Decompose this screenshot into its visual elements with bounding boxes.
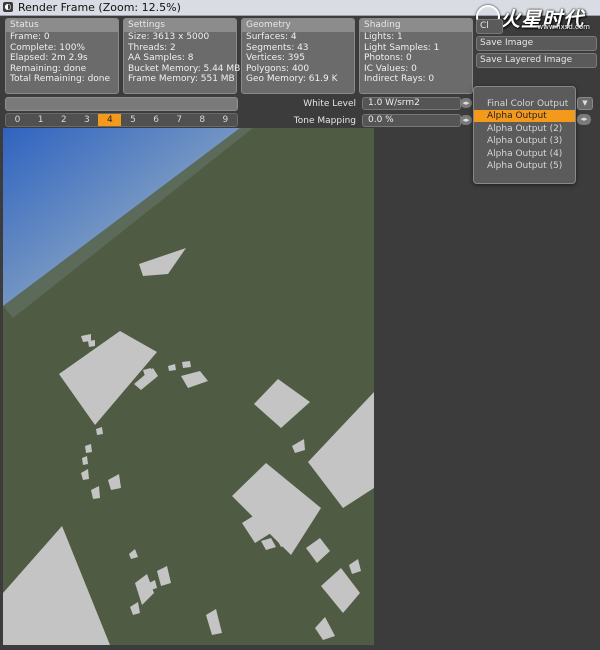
save-layered-image-button[interactable]: Save Layered Image <box>476 53 597 68</box>
white-level-label: White Level <box>303 99 356 109</box>
window-title: Render Frame (Zoom: 12.5%) <box>18 1 181 14</box>
frame-5[interactable]: 5 <box>121 114 144 126</box>
status-panel: Status Frame: 0 Complete: 100% Elapsed: … <box>5 18 119 94</box>
tone-mapping-field[interactable]: 0.0 % <box>362 114 461 127</box>
frame-3[interactable]: 3 <box>75 114 98 126</box>
status-line: Total Remaining: done <box>10 74 111 84</box>
settings-line: Frame Memory: 551 MB <box>128 74 235 84</box>
frame-9[interactable]: 9 <box>214 114 237 126</box>
geometry-panel-header: Geometry <box>242 19 354 32</box>
shading-line: Photons: 0 <box>364 53 412 63</box>
frame-8[interactable]: 8 <box>191 114 214 126</box>
geometry-line: Surfaces: 4 <box>246 32 297 42</box>
frame-1[interactable]: 1 <box>29 114 52 126</box>
white-level-field[interactable]: 1.0 W/srm2 <box>362 97 461 110</box>
status-line: Frame: 0 <box>10 32 50 42</box>
shading-line: Indirect Rays: 0 <box>364 74 435 84</box>
geometry-panel: Geometry Surfaces: 4 Segments: 43 Vertic… <box>241 18 355 94</box>
status-panel-header: Status <box>6 19 118 32</box>
geometry-line: Geo Memory: 61.9 K <box>246 74 338 84</box>
output-dropdown-menu[interactable]: Final Color Output Alpha Output Alpha Ou… <box>473 86 576 184</box>
frame-selector[interactable]: 0 1 2 3 4 5 6 7 8 9 <box>5 113 238 127</box>
output-option[interactable]: Alpha Output (4) <box>474 148 575 160</box>
app-icon: ◐ <box>3 2 13 12</box>
output-option[interactable]: Alpha Output (5) <box>474 160 575 172</box>
frame-2[interactable]: 2 <box>52 114 75 126</box>
render-viewport[interactable] <box>3 128 374 645</box>
settings-line: Threads: 2 <box>128 42 176 53</box>
watermark-url: www.hxsd.com <box>537 23 590 31</box>
settings-panel: Settings Size: 3613 x 5000 Threads: 2 AA… <box>123 18 241 94</box>
settings-panel-header: Settings <box>124 19 236 32</box>
rendered-image <box>3 128 374 645</box>
clear-button[interactable]: Cl <box>476 19 503 34</box>
tone-mapping-spinner-icon[interactable]: ◂▸ <box>460 115 472 125</box>
geometry-line: Polygons: 400 <box>246 63 310 74</box>
settings-line: Bucket Memory: 5.44 MB <box>128 63 241 74</box>
status-line: Remaining: done <box>10 63 87 74</box>
render-progress-bar <box>5 97 238 111</box>
settings-line: AA Samples: 8 <box>128 53 194 63</box>
output-option[interactable]: Alpha Output (2) <box>474 123 575 135</box>
shading-line: Light Samples: 1 <box>364 42 440 53</box>
output-option-selected[interactable]: Alpha Output <box>474 110 575 122</box>
status-line: Elapsed: 2m 2.9s <box>10 53 88 63</box>
frame-6[interactable]: 6 <box>145 114 168 126</box>
frame-0[interactable]: 0 <box>6 114 29 126</box>
white-level-spinner-icon[interactable]: ◂▸ <box>460 98 472 108</box>
status-line: Complete: 100% <box>10 42 85 53</box>
save-image-button[interactable]: Save Image <box>476 36 597 51</box>
shading-panel: Shading Lights: 1 Light Samples: 1 Photo… <box>359 18 473 94</box>
shading-panel-header: Shading <box>360 19 472 32</box>
output-option[interactable]: Alpha Output (3) <box>474 135 575 147</box>
output-option[interactable]: Final Color Output <box>474 98 575 110</box>
output-spinner-icon[interactable]: ◂▸ <box>577 114 591 125</box>
shading-line: Lights: 1 <box>364 32 403 42</box>
tone-mapping-label: Tone Mapping <box>293 116 356 126</box>
geometry-line: Segments: 43 <box>246 42 309 53</box>
settings-line: Size: 3613 x 5000 <box>128 32 210 42</box>
geometry-line: Vertices: 395 <box>246 53 305 63</box>
chevron-down-icon[interactable]: ▼ <box>577 97 593 110</box>
shading-line: IC Values: 0 <box>364 63 417 74</box>
frame-4[interactable]: 4 <box>98 114 122 126</box>
frame-7[interactable]: 7 <box>168 114 191 126</box>
